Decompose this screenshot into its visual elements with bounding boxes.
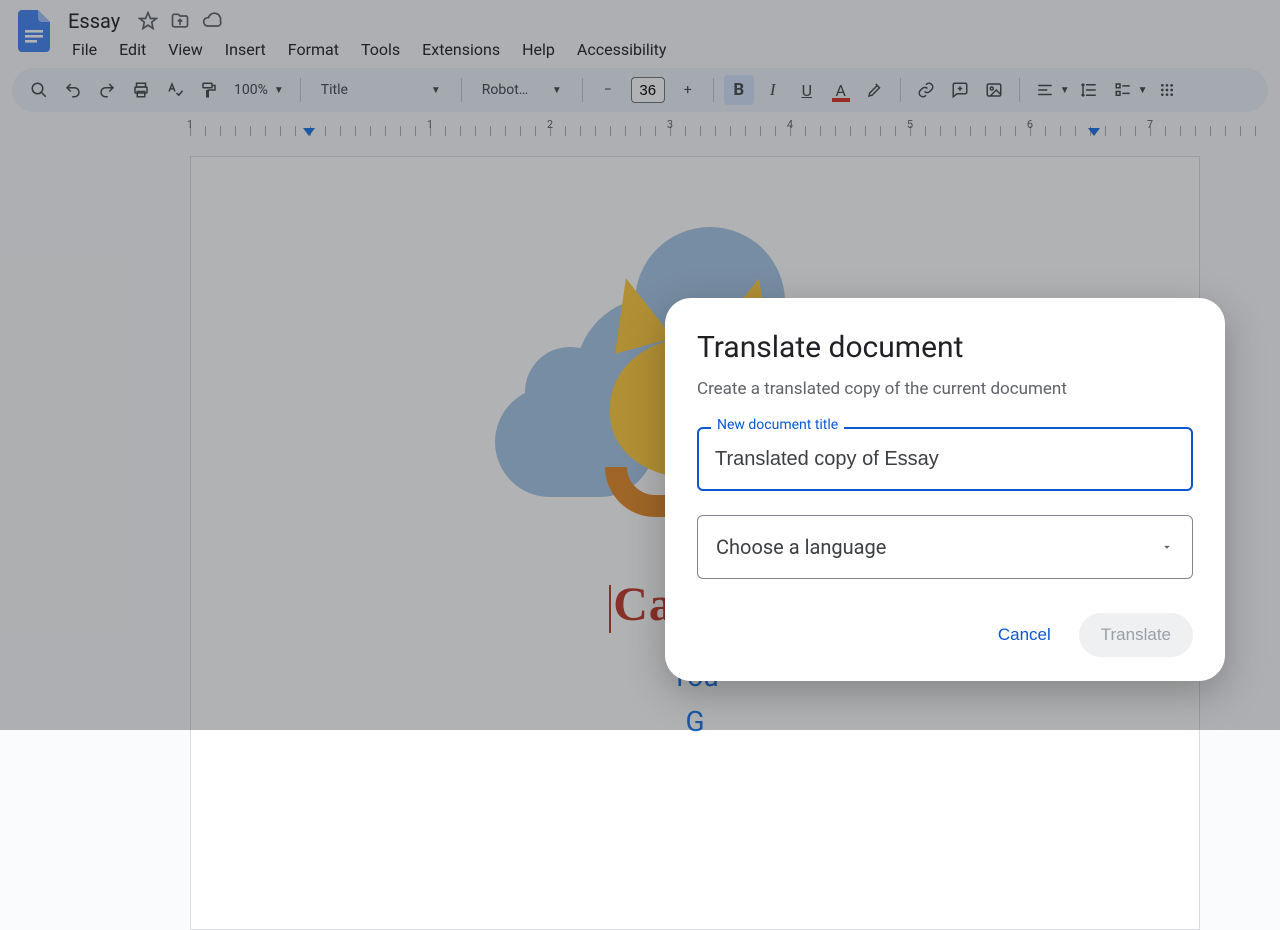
new-title-input[interactable] bbox=[697, 427, 1193, 491]
cancel-button[interactable]: Cancel bbox=[980, 615, 1069, 655]
dialog-title: Translate document bbox=[697, 330, 1193, 365]
language-select[interactable]: Choose a language bbox=[697, 515, 1193, 579]
translate-dialog: Translate document Create a translated c… bbox=[665, 298, 1225, 681]
chevron-down-icon bbox=[1160, 540, 1174, 554]
dialog-description: Create a translated copy of the current … bbox=[697, 379, 1193, 399]
language-placeholder: Choose a language bbox=[716, 535, 886, 559]
translate-button[interactable]: Translate bbox=[1079, 613, 1193, 657]
new-title-label: New document title bbox=[711, 417, 844, 433]
